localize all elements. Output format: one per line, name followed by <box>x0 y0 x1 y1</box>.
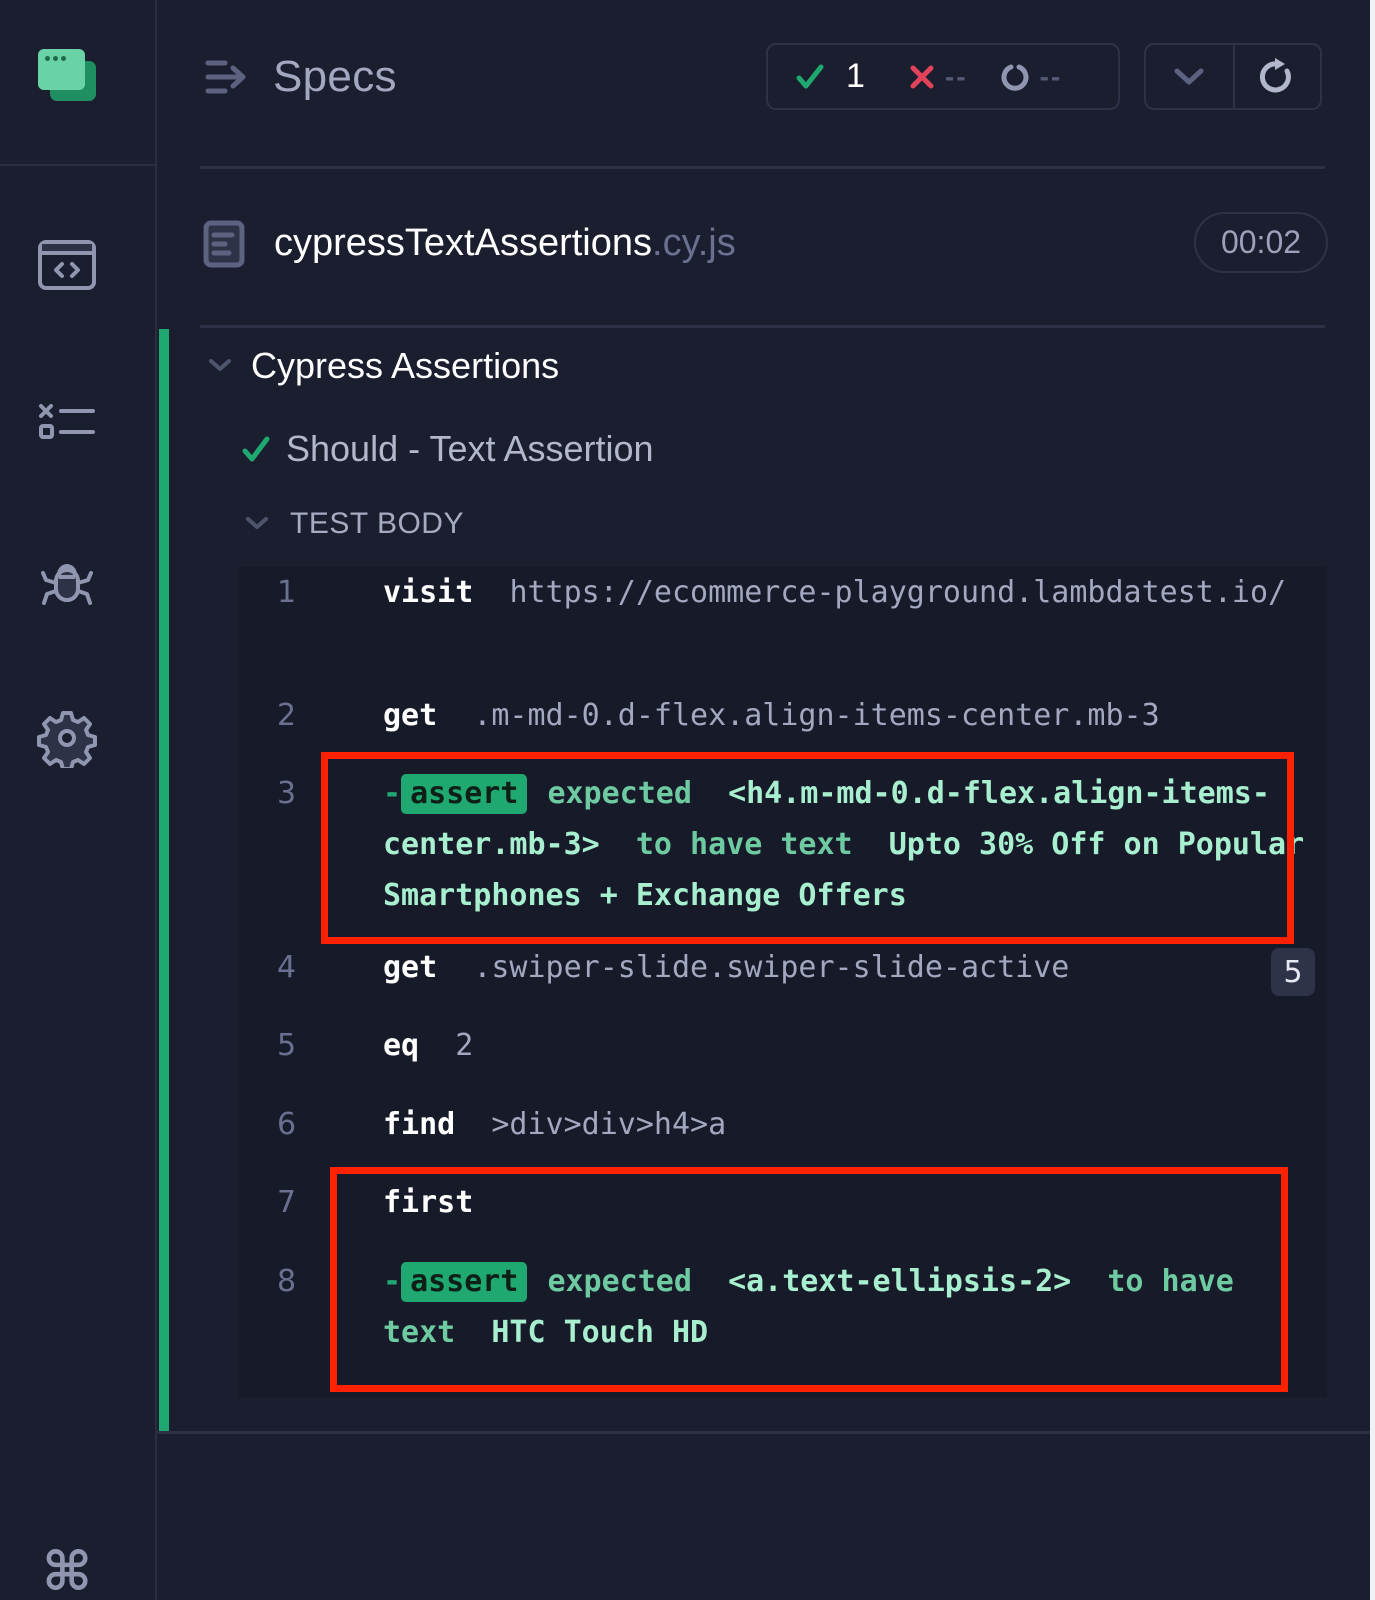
pending-circle-icon <box>1001 64 1029 91</box>
element-count-badge: 5 <box>1271 948 1315 996</box>
refresh-icon <box>1260 57 1292 92</box>
cypress-app-logo[interactable] <box>38 49 96 102</box>
duration-badge: 00:02 <box>1194 212 1328 273</box>
sidebar-item-debug[interactable] <box>36 552 98 614</box>
run-controls <box>1144 43 1322 110</box>
check-icon <box>796 64 824 88</box>
command-number: 3 <box>277 776 297 811</box>
command-method: get <box>383 950 438 985</box>
command-number: 8 <box>277 1264 297 1299</box>
sidebar: ⌘ <box>0 0 157 1600</box>
stat-failed: -- <box>909 61 968 93</box>
chevron-down-icon <box>209 359 231 371</box>
command-message: .m-md-0.d-flex.align-items-center.mb-3 <box>473 698 1160 733</box>
chevron-down-icon <box>246 517 268 529</box>
command-number: 4 <box>277 950 297 985</box>
command-number: 2 <box>277 698 297 733</box>
stat-pending: -- <box>1000 61 1063 93</box>
command-number: 6 <box>277 1107 297 1142</box>
command-row[interactable]: 1 visit https://ecommerce-playground.lam… <box>239 567 1327 677</box>
command-log: 1 visit https://ecommerce-playground.lam… <box>239 567 1327 1397</box>
specs-list-toggle[interactable]: Specs <box>205 52 397 102</box>
divider <box>157 1431 1370 1434</box>
reporter-header: Specs 1 -- -- <box>157 0 1370 166</box>
rerun-button[interactable] <box>1232 45 1320 108</box>
assert-tag: assert <box>401 774 528 814</box>
test-title: Should - Text Assertion <box>286 428 654 469</box>
page-title: Specs <box>273 52 397 101</box>
test-item[interactable]: Should - Text Assertion <box>242 428 654 470</box>
x-icon <box>910 65 934 88</box>
command-message: >div>div>h4>a <box>491 1107 727 1142</box>
test-body-label: TEST BODY <box>290 507 464 540</box>
expand-collapse-button[interactable] <box>1146 45 1233 108</box>
sidebar-item-runs[interactable] <box>36 393 98 455</box>
command-method: find <box>383 1107 456 1142</box>
spec-file-header: cypressTextAssertions.cy.js 00:02 <box>157 170 1370 320</box>
spec-file-name[interactable]: cypressTextAssertions.cy.js <box>274 222 736 265</box>
assert-tag: assert <box>401 1262 528 1302</box>
code-window-icon <box>38 240 96 290</box>
passed-count: 1 <box>846 57 865 95</box>
command-method: eq <box>383 1028 420 1063</box>
gear-icon <box>37 711 97 768</box>
assert-value: HTC Touch HD <box>491 1315 709 1350</box>
assert-verb: to have text <box>635 827 853 862</box>
chevron-down-icon <box>1174 68 1204 84</box>
failed-count: -- <box>944 60 968 92</box>
command-message: 2 <box>455 1028 474 1063</box>
command-message: https://ecommerce-playground.lambdatest.… <box>509 575 1287 610</box>
logo-area <box>0 0 155 166</box>
test-body-toggle[interactable]: TEST BODY <box>244 507 464 541</box>
assert-subject: <a.text-ellipsis-2> <box>728 1264 1072 1299</box>
command-number: 5 <box>277 1028 297 1063</box>
spec-base-name: cypressTextAssertions <box>274 222 653 264</box>
suite-status-bar <box>159 329 169 1431</box>
reporter-panel: Specs 1 -- -- cypressTextAssertions.cy.j… <box>157 0 1370 1600</box>
command-number: 1 <box>277 575 297 610</box>
command-method: get <box>383 698 438 733</box>
spec-extension: .cy.js <box>652 222 736 264</box>
command-method: first <box>383 1185 474 1220</box>
sidebar-item-specs[interactable] <box>36 235 98 297</box>
test-list-icon <box>39 404 95 439</box>
window-edge <box>1370 0 1375 1600</box>
specs-menu-icon <box>205 60 246 94</box>
command-key-icon: ⌘ <box>41 1541 93 1600</box>
divider <box>200 166 1325 169</box>
test-stats: 1 -- -- <box>766 43 1120 110</box>
sidebar-item-settings[interactable] <box>36 707 98 769</box>
assert-expected: expected <box>547 1264 692 1299</box>
stat-passed: 1 <box>796 57 865 96</box>
command-message: .swiper-slide.swiper-slide-active <box>473 950 1070 985</box>
suite-title: Cypress Assertions <box>251 345 560 386</box>
keyboard-shortcuts-button[interactable]: ⌘ <box>36 1540 98 1600</box>
document-icon <box>203 220 245 268</box>
pending-count: -- <box>1039 60 1063 92</box>
check-icon <box>242 436 270 462</box>
assert-expected: expected <box>547 776 692 811</box>
command-method: visit <box>383 575 474 610</box>
bug-icon <box>41 564 93 605</box>
command-number: 7 <box>277 1185 297 1220</box>
divider <box>200 325 1325 328</box>
suite-header[interactable]: Cypress Assertions <box>207 345 559 387</box>
